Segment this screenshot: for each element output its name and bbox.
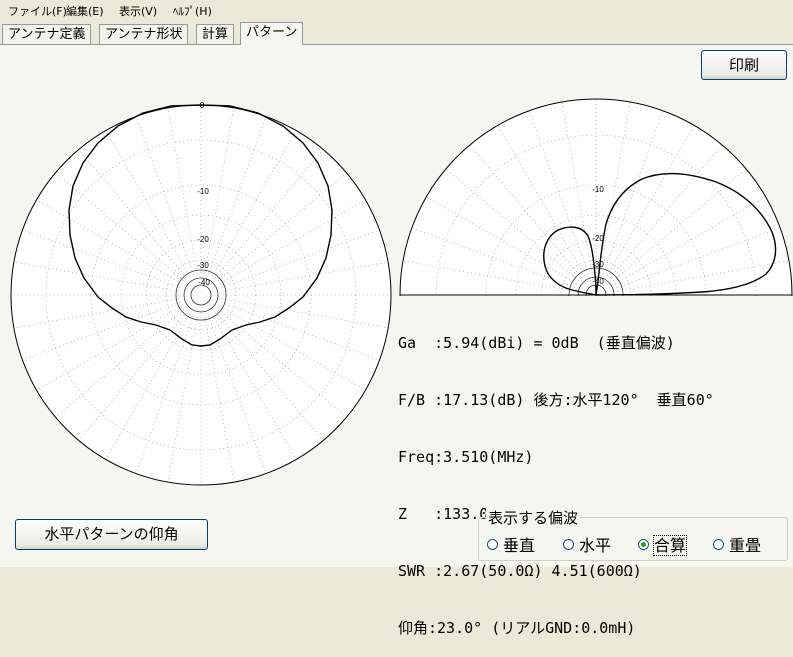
v-ring-label-40: -40	[592, 277, 604, 286]
h-ring-label-40: -40	[198, 278, 210, 287]
radio-combined-label: 合算	[652, 535, 688, 556]
radio-overlay-dot[interactable]	[713, 539, 724, 550]
radio-overlay-label: 重畳	[729, 536, 762, 555]
info-frequency: Freq:3.510(MHz)	[398, 448, 534, 466]
v-ring-label-10: -10	[592, 185, 604, 194]
radio-vertical-label: 垂直	[503, 536, 536, 555]
h-ring-label-20: -20	[197, 235, 209, 244]
info-elevation: 仰角:23.0° (リアルGND:0.0mH)	[398, 619, 636, 637]
calculation-info: Ga :5.94(dBi) = 0dB (垂直偏波) F/B :17.13(dB…	[398, 296, 714, 657]
radio-horizontal-dot[interactable]	[563, 539, 574, 550]
horizontal-pattern-elevation-button[interactable]: 水平パターンの仰角	[15, 519, 208, 550]
radio-vertical-dot[interactable]	[487, 539, 498, 550]
horizontal-plot-outer-circle	[10, 104, 392, 486]
horizontal-pattern-plot: 0 -10 -20 -30 -40	[10, 101, 392, 486]
print-button[interactable]: 印刷	[701, 50, 787, 80]
v-ring-label-20: -20	[592, 234, 604, 243]
radio-combined-dot[interactable]	[638, 539, 649, 550]
tab-pattern[interactable]: パターン	[240, 22, 304, 45]
info-front-back: F/B :17.13(dB) 後方:水平120° 垂直60°	[398, 391, 714, 409]
h-ring-label-30: -30	[197, 261, 209, 270]
info-gain: Ga :5.94(dBi) = 0dB (垂直偏波)	[398, 334, 675, 352]
h-ring-label-0: 0	[200, 101, 205, 110]
radio-combined[interactable]: 合算	[638, 532, 688, 556]
info-swr: SWR :2.67(50.0Ω) 4.51(600Ω)	[398, 562, 642, 580]
radio-horizontal-label: 水平	[579, 536, 612, 555]
h-ring-label-10: -10	[197, 187, 209, 196]
v-ring-label-30: -30	[592, 260, 604, 269]
radio-horizontal[interactable]: 水平	[563, 532, 611, 556]
radio-overlay[interactable]: 重畳	[713, 532, 761, 556]
radio-vertical[interactable]: 垂直	[487, 532, 535, 556]
polarization-group-title: 表示する偏波	[486, 507, 581, 528]
